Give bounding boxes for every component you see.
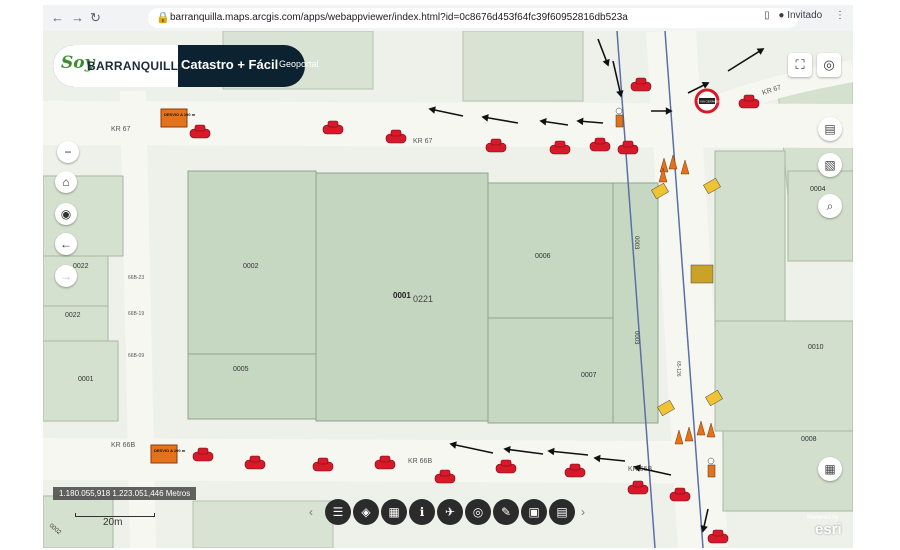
browser-menu-icon[interactable]: ⋮ [835, 10, 845, 21]
worker-1-body [615, 114, 624, 128]
street-label-kr66b: KR 66B [408, 458, 432, 465]
parcel-label-0022b: 0022 [65, 312, 81, 319]
parcel-label-0004: 0004 [810, 186, 826, 193]
no-entry-sign-label: VIA CERRADA [700, 100, 720, 104]
detour-sign-top-label: DESVIO A 100 m [164, 112, 196, 117]
map-view[interactable]: KR 67 KR 67 KR 67 KR 66B KR 66B KR 66B 0… [43, 31, 853, 548]
parcel-right-top [714, 150, 786, 322]
measure-icon[interactable]: ▣ [521, 499, 547, 525]
parcel-label-0003b: 0003 [633, 331, 639, 345]
address-bar[interactable]: 🔒 barranquilla.maps.arcgis.com/apps/weba… [148, 8, 798, 28]
info-icon[interactable]: ℹ [409, 499, 435, 525]
parcel-0007 [487, 317, 614, 424]
print-tool-icon[interactable]: ▤ [549, 499, 575, 525]
block-top-mid [462, 31, 584, 102]
esri-logo: esri [815, 521, 842, 538]
lock-icon: 🔒 [156, 12, 170, 24]
visibility-toggle-button[interactable]: ◎ [817, 53, 841, 77]
fullscreen-button[interactable]: ⛶ [788, 53, 812, 77]
parcel-0003 [612, 182, 659, 424]
house-number-1: 66B-23 [128, 275, 144, 281]
house-number-3: 66B-09 [128, 353, 144, 359]
house-number-4: 65-126 [675, 361, 681, 377]
map-canvas[interactable]: KR 67 KR 67 KR 67 KR 66B KR 66B KR 66B 0… [43, 31, 853, 548]
worker-2-head [707, 457, 715, 465]
draw-icon[interactable]: ✎ [493, 499, 519, 525]
bottom-toolbar: ‹ ☰ ◈ ▦ ℹ ✈ ◎ ✎ ▣ ▤ › [309, 497, 595, 531]
address-bar-url[interactable]: barranquilla.maps.arcgis.com/apps/webapp… [170, 12, 628, 23]
parcel-label-0007: 0007 [581, 372, 597, 379]
toolbar-next-icon[interactable]: › [581, 505, 585, 519]
forward-icon[interactable]: → [71, 10, 84, 26]
next-extent-button[interactable]: → [55, 265, 77, 287]
zoom-out-button[interactable]: − [57, 141, 79, 163]
previous-extent-button[interactable]: ← [55, 233, 77, 255]
basemap-gallery-icon[interactable]: ▦ [381, 499, 407, 525]
banner-subtitle: Geoportal [279, 59, 319, 69]
parcel-label-0002: 0002 [243, 263, 259, 270]
road-left-vertical [120, 90, 156, 548]
parcel-label-left-0001: 0001 [78, 376, 94, 383]
profile-avatar-icon[interactable]: ● [778, 10, 784, 21]
construction-machine [690, 264, 714, 284]
parcel-label-0001: 0001 [393, 291, 411, 300]
geoportal-banner: Soy BARRANQUILLA Catastro + Fácil Geopor… [53, 45, 319, 87]
directions-icon[interactable]: ✈ [437, 499, 463, 525]
parcel-label-0003a: 0003 [633, 236, 639, 250]
toolbar-prev-icon[interactable]: ‹ [309, 505, 313, 519]
print-icon[interactable]: ▤ [818, 117, 842, 141]
banner-title: Catastro + Fácil [181, 57, 279, 72]
coordinate-readout: 1.180.055,918 1.223.051,446 Metros [53, 487, 197, 500]
scale-label: 20m [103, 517, 123, 528]
parcel-label-0221: 0221 [413, 294, 433, 304]
profile-label[interactable]: Invitado [787, 10, 822, 21]
locate-button[interactable]: ◉ [55, 203, 77, 225]
sidepanel-icon[interactable]: ▯ [764, 10, 770, 21]
layers-icon[interactable]: ◈ [353, 499, 379, 525]
browser-toolbar: ← → ↻ 🔒 barranquilla.maps.arcgis.com/app… [43, 5, 853, 31]
home-button[interactable]: ⌂ [55, 171, 77, 193]
banner-brand: BARRANQUILLA [87, 59, 188, 73]
worker-2-body [707, 464, 716, 478]
house-number-2: 66B-19 [128, 311, 144, 317]
parcel-0004 [787, 170, 853, 262]
parcel-0010 [714, 320, 853, 432]
reload-icon[interactable]: ↻ [90, 10, 101, 26]
browser-right-controls: ▯ ● Invitado ⋮ [764, 10, 845, 21]
document-search-icon[interactable]: ▧ [818, 153, 842, 177]
parcel-label-0005: 0005 [233, 366, 249, 373]
parcel-0006 [487, 182, 614, 319]
street-label-kr67: KR 67 [413, 138, 433, 145]
parcel-label-0010: 0010 [808, 344, 824, 351]
worker-1-head [615, 107, 623, 115]
coordinate-tool-icon[interactable]: ◎ [465, 499, 491, 525]
street-label-kr66b-left: KR 66B [111, 442, 135, 449]
street-label-kr67-left: KR 67 [111, 126, 131, 133]
parcel-label-0008: 0008 [801, 436, 817, 443]
detour-sign-bottom-label: DESVIO A 100 m [154, 448, 186, 453]
table-icon[interactable]: ▦ [818, 457, 842, 481]
back-icon[interactable]: ← [51, 10, 64, 26]
layer-list-icon[interactable]: ☰ [325, 499, 351, 525]
parcel-0005 [187, 353, 317, 420]
search-map-icon[interactable]: ⌕ [818, 194, 842, 218]
parcel-label-0022: 0022 [73, 263, 89, 270]
parcel-label-0006: 0006 [535, 253, 551, 260]
no-entry-sign[interactable]: VIA CERRADA [694, 88, 720, 114]
